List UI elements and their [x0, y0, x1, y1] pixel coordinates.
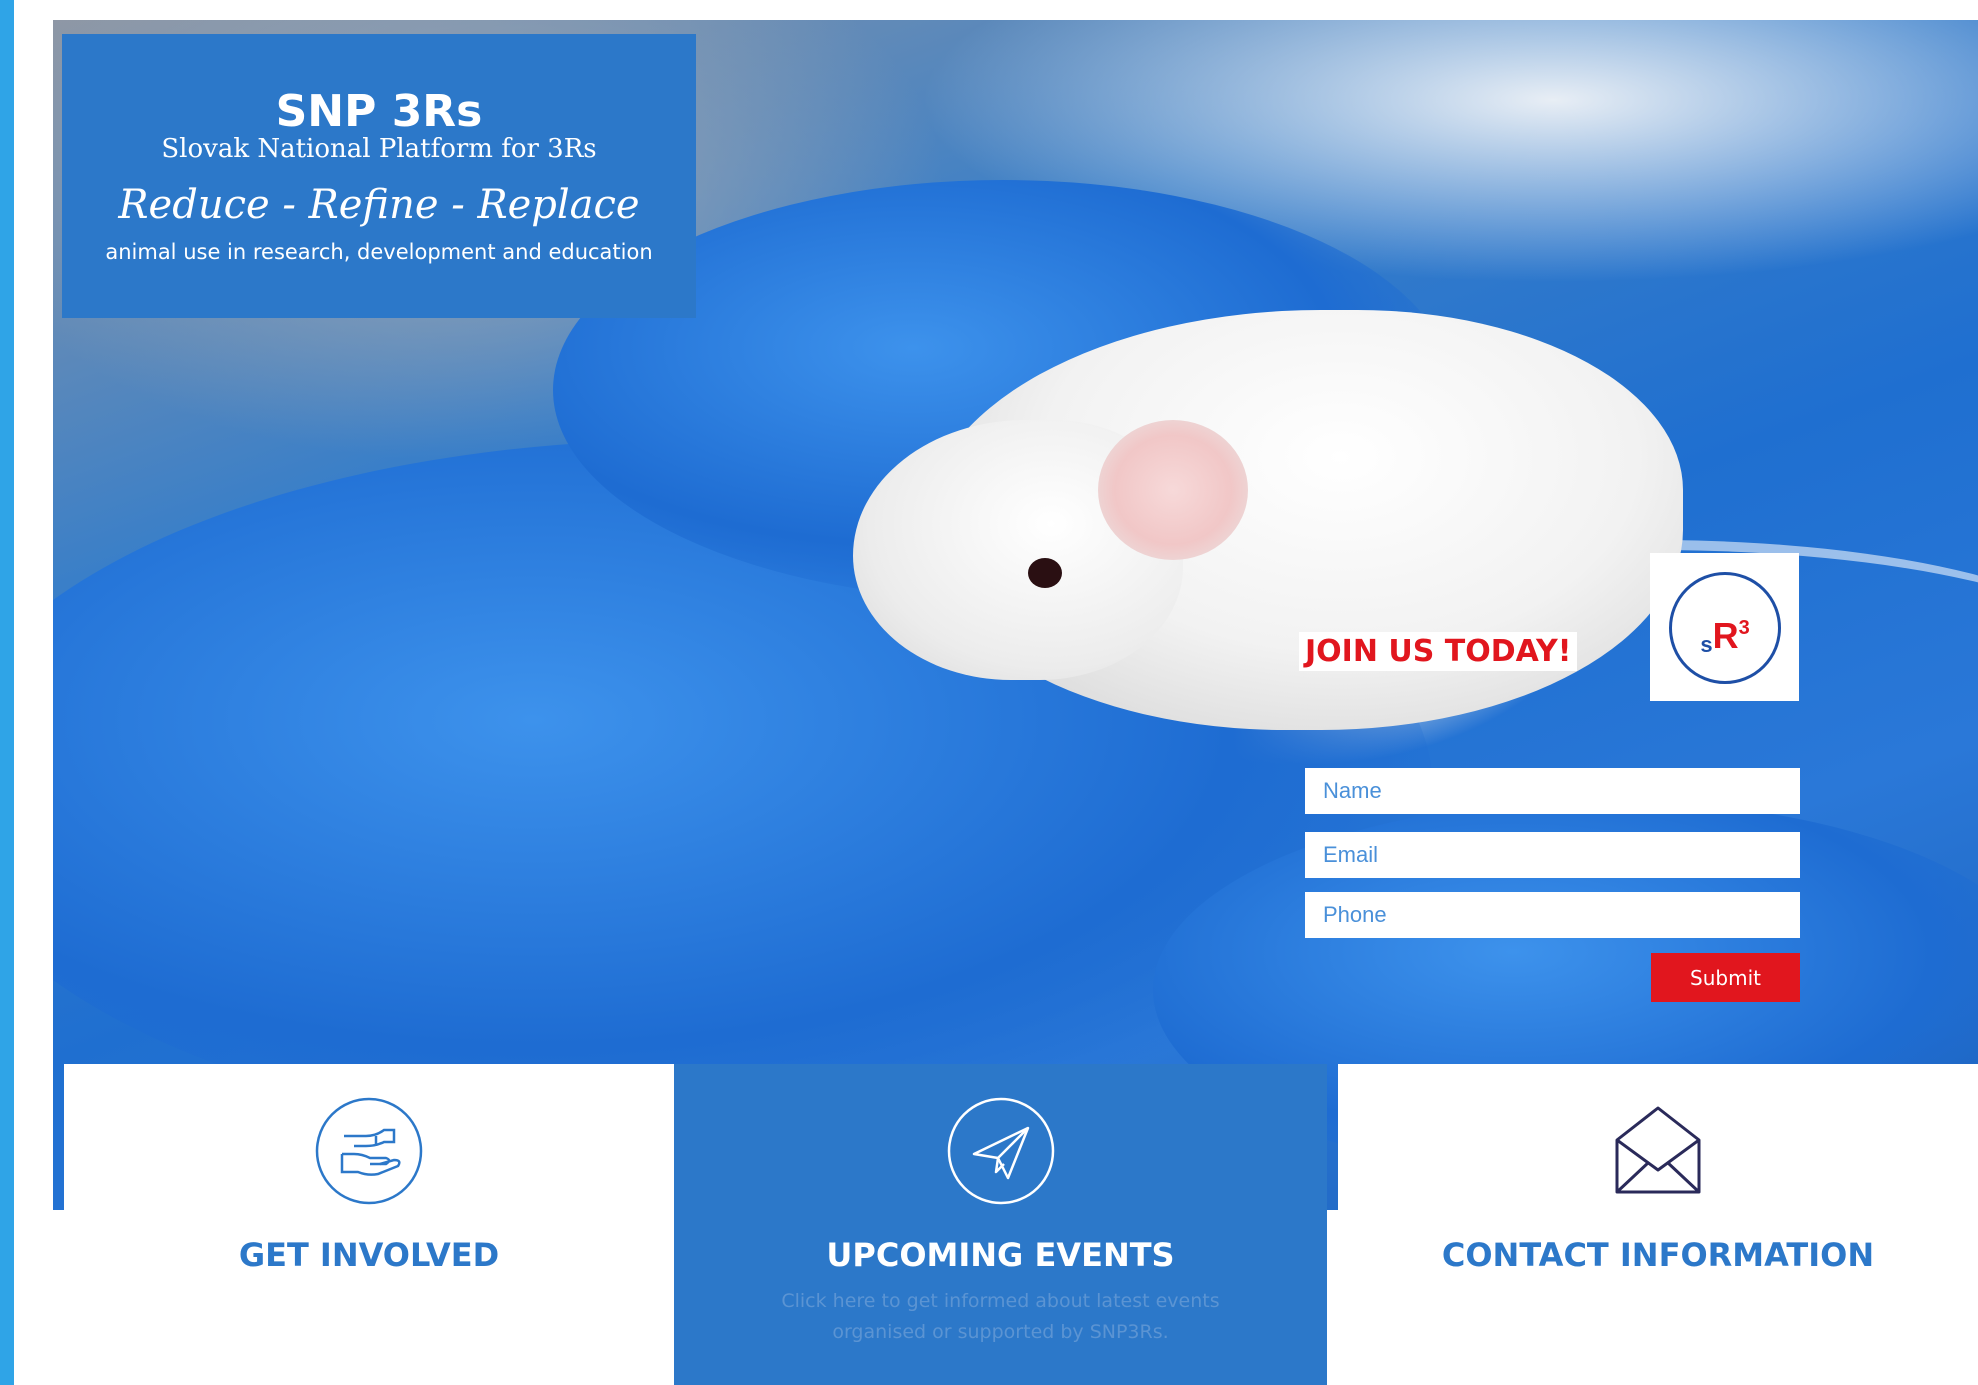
site-tagline: Reduce - Refine - Replace — [118, 182, 640, 228]
card-title: GET INVOLVED — [238, 1236, 500, 1274]
envelope-icon — [1615, 1106, 1701, 1194]
paper-plane-icon — [947, 1097, 1054, 1205]
card-description: Click here to get informed about latest … — [781, 1290, 1220, 1343]
logo-s: s — [1700, 632, 1713, 657]
site-header-box: SNP 3Rs Slovak National Platform for 3Rs… — [62, 34, 696, 318]
site-title: SNP 3Rs — [275, 86, 483, 137]
card-title: UPCOMING EVENTS — [826, 1236, 1175, 1274]
site-subtitle: Slovak National Platform for 3Rs — [161, 134, 597, 164]
hand-helping-icon — [315, 1097, 423, 1205]
site-description: animal use in research, development and … — [105, 240, 653, 264]
email-input[interactable] — [1305, 832, 1800, 878]
submit-button[interactable]: Submit — [1651, 953, 1800, 1002]
sr3-logo: sR3 — [1650, 553, 1799, 701]
logo-circle: sR3 — [1669, 572, 1781, 684]
mouse-eye — [1028, 558, 1062, 588]
card-contact-information[interactable]: CONTACT INFORMATION — [1338, 1064, 1978, 1385]
card-upcoming-events[interactable]: UPCOMING EVENTS Click here to get inform… — [674, 1064, 1327, 1385]
logo-r: R — [1712, 615, 1739, 656]
page-side-strip — [0, 0, 14, 1385]
card-get-involved[interactable]: GET INVOLVED — [64, 1064, 674, 1385]
logo-superscript: 3 — [1738, 617, 1750, 639]
join-heading: JOIN US TODAY! — [1299, 632, 1578, 671]
phone-input[interactable] — [1305, 892, 1800, 938]
mouse-ear — [1098, 420, 1248, 560]
card-title: CONTACT INFORMATION — [1441, 1236, 1875, 1274]
name-input[interactable] — [1305, 768, 1800, 814]
